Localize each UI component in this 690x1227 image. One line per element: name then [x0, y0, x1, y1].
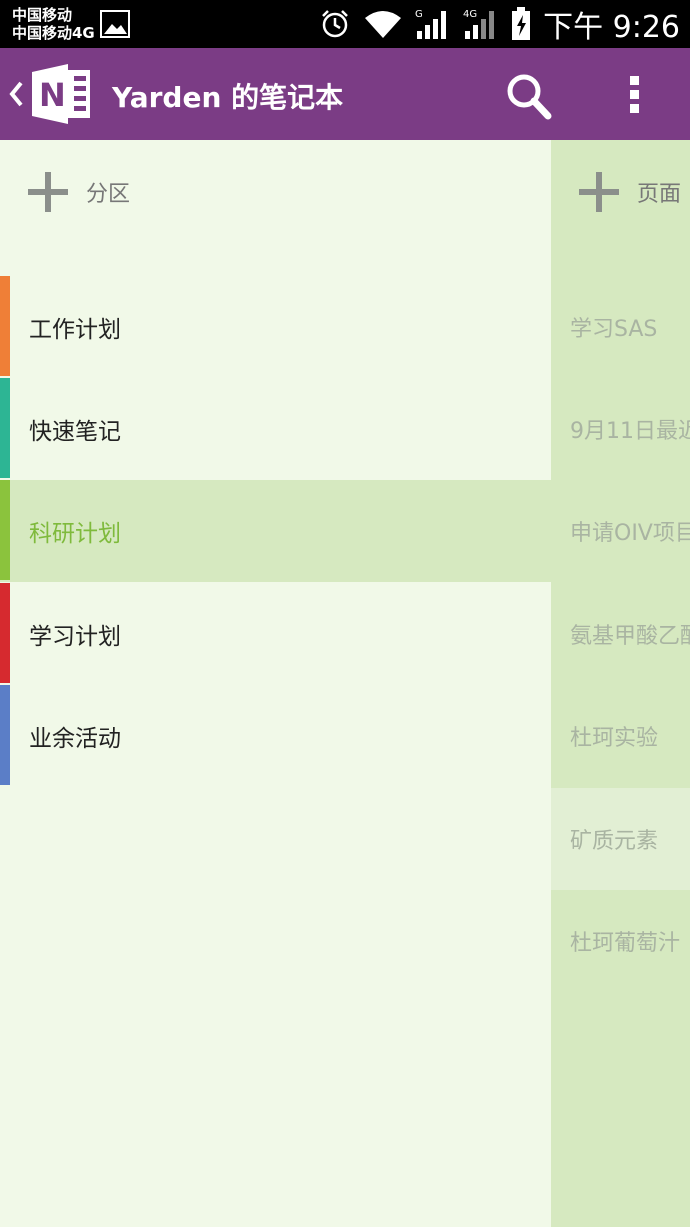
onenote-logo-icon[interactable]: N	[30, 64, 92, 124]
page-item[interactable]: 9月11日最近	[551, 378, 690, 480]
clock-time: 下午 9:26	[543, 10, 680, 45]
page-item[interactable]: 杜珂葡萄汁	[551, 890, 690, 992]
add-page-label: 页面	[637, 182, 682, 207]
page-label: 杜珂葡萄汁	[570, 931, 681, 956]
page-item-selected[interactable]: 矿质元素	[551, 788, 690, 890]
image-notification-icon	[100, 10, 130, 38]
page-label: 9月11日最近	[570, 419, 690, 444]
section-label: 学习计划	[29, 624, 121, 650]
section-color-bar	[0, 480, 10, 580]
section-color-bar	[0, 276, 10, 376]
section-color-bar	[0, 378, 10, 478]
more-options-button[interactable]	[615, 70, 657, 120]
section-item-quick-notes[interactable]: 快速笔记	[0, 378, 551, 480]
signal-g-label: G	[415, 9, 423, 20]
section-label: 科研计划	[29, 521, 121, 547]
section-item-study-plan[interactable]: 学习计划	[0, 583, 551, 685]
add-section-label: 分区	[86, 182, 131, 207]
battery-charging-icon	[512, 7, 531, 40]
notebook-title: Yarden 的笔记本	[112, 81, 344, 114]
page-label: 杜珂实验	[570, 726, 659, 751]
search-icon	[507, 74, 552, 120]
logo-letter: N	[39, 76, 66, 114]
section-color-bar	[0, 685, 10, 785]
app-bar: N Yarden 的笔记本	[0, 48, 690, 140]
carrier-info: 中国移动 中国移动4G	[12, 6, 95, 42]
signal-g-icon: G	[415, 9, 447, 39]
section-item-research-plan[interactable]: 科研计划	[0, 480, 551, 582]
page-label: 氨基甲酸乙酯	[570, 624, 690, 649]
add-page-button[interactable]: 页面	[579, 140, 681, 244]
sections-panel: 分区 工作计划 快速笔记 科研计划 学习计划 业余活动	[0, 140, 551, 1227]
pages-panel: 页面 学习SAS 9月11日最近 申请OIV项目 氨基甲酸乙酯 杜珂实验 矿质元…	[551, 140, 690, 1227]
section-item-work-plan[interactable]: 工作计划	[0, 276, 551, 378]
back-chevron-icon[interactable]	[8, 78, 24, 110]
page-item[interactable]: 氨基甲酸乙酯	[551, 583, 690, 685]
section-item-leisure[interactable]: 业余活动	[0, 685, 551, 787]
signal-4g-icon: 4G	[463, 9, 495, 39]
plus-icon	[579, 172, 619, 212]
carrier-line-2: 中国移动4G	[12, 24, 95, 42]
page-item[interactable]: 学习SAS	[551, 276, 690, 378]
signal-4g-label: 4G	[463, 9, 477, 20]
wifi-icon	[365, 11, 402, 38]
page-label: 学习SAS	[570, 317, 658, 342]
section-label: 快速笔记	[29, 419, 121, 445]
page-label: 矿质元素	[570, 829, 659, 854]
carrier-line-1: 中国移动	[12, 6, 73, 24]
section-label: 业余活动	[29, 726, 121, 752]
section-color-bar	[0, 583, 10, 683]
page-item[interactable]: 杜珂实验	[551, 685, 690, 787]
add-section-button[interactable]: 分区	[28, 140, 130, 244]
section-label: 工作计划	[29, 317, 121, 343]
page-label: 申请OIV项目	[570, 521, 690, 546]
alarm-icon	[322, 10, 348, 38]
status-bar: 中国移动 中国移动4G G 4G 下午 9:26	[0, 0, 690, 48]
search-button[interactable]	[502, 70, 558, 120]
plus-icon	[28, 172, 68, 212]
page-item[interactable]: 申请OIV项目	[551, 480, 690, 582]
more-vertical-icon	[630, 76, 639, 113]
